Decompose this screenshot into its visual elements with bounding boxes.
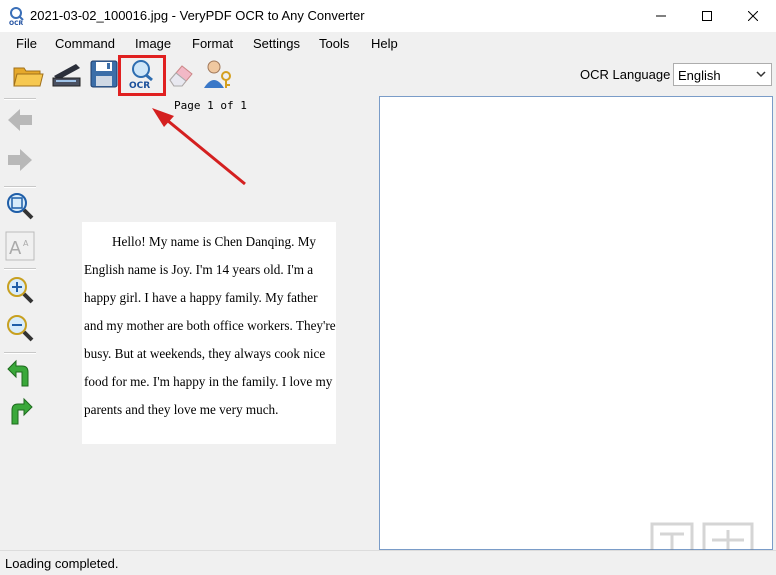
chevron-down-icon xyxy=(756,71,766,78)
save-button[interactable] xyxy=(88,58,120,90)
erase-button[interactable] xyxy=(164,58,196,90)
toolbar-divider xyxy=(4,268,36,270)
menu-image[interactable]: Image xyxy=(135,36,171,51)
menu-command[interactable]: Command xyxy=(55,36,115,51)
document-preview: Hello! My name is Chen Danqing. My Engli… xyxy=(82,222,336,444)
svg-text:A: A xyxy=(9,238,22,259)
menu-bar: File Command Image Format Settings Tools… xyxy=(0,32,776,54)
window-title: 2021-03-02_100016.jpg - VeryPDF OCR to A… xyxy=(30,8,365,23)
ocr-language-label: OCR Language xyxy=(580,67,671,82)
eraser-icon xyxy=(169,65,193,87)
ocr-output-pane[interactable] xyxy=(379,96,773,550)
scan-button[interactable] xyxy=(50,58,82,90)
zoom-out-icon xyxy=(7,315,34,342)
back-arrow-icon xyxy=(8,109,32,131)
left-toolbar: A A xyxy=(0,94,40,550)
main-toolbar: OCR ABC OCR Language xyxy=(0,54,776,140)
maximize-icon xyxy=(702,11,712,21)
zoom-fit-icon xyxy=(7,193,34,220)
svg-text:A: A xyxy=(23,239,29,248)
status-text: Loading completed. xyxy=(5,556,119,571)
forward-arrow-icon xyxy=(8,149,32,171)
open-button[interactable] xyxy=(12,58,44,90)
font-size-button[interactable]: A A xyxy=(4,230,36,262)
toolbar-divider xyxy=(4,352,36,354)
ocr-language-select[interactable]: English xyxy=(673,63,772,86)
minimize-icon xyxy=(656,15,666,17)
close-icon xyxy=(748,11,758,21)
menu-help[interactable]: Help xyxy=(371,36,398,51)
previous-page-button[interactable] xyxy=(4,104,36,136)
rotate-right-button[interactable] xyxy=(4,396,36,428)
zoom-fit-button[interactable] xyxy=(4,190,36,222)
annotation-arrow xyxy=(152,108,246,186)
status-bar: Loading completed. xyxy=(0,550,776,575)
document-text: Hello! My name is Chen Danqing. My Engli… xyxy=(84,234,336,417)
menu-tools[interactable]: Tools xyxy=(319,36,349,51)
zoom-in-icon xyxy=(7,277,34,304)
zoom-out-button[interactable] xyxy=(4,312,36,344)
scanner-icon xyxy=(52,64,81,87)
toolbar-divider xyxy=(4,98,36,100)
rotate-right-icon xyxy=(11,397,33,425)
svg-text:OCR: OCR xyxy=(9,20,24,26)
user-key-icon xyxy=(204,60,231,88)
title-bar: OCR 2021-03-02_100016.jpg - VeryPDF OCR … xyxy=(0,0,776,32)
maximize-button[interactable] xyxy=(684,0,730,32)
rotate-left-icon xyxy=(7,359,29,387)
close-button[interactable] xyxy=(730,0,776,32)
zoom-in-button[interactable] xyxy=(4,274,36,306)
app-ocr-icon: OCR xyxy=(8,6,26,27)
next-page-button[interactable] xyxy=(4,144,36,176)
open-folder-icon xyxy=(13,67,44,87)
menu-settings[interactable]: Settings xyxy=(253,36,300,51)
toolbar-divider xyxy=(4,186,36,188)
save-disk-icon xyxy=(90,60,118,88)
menu-format[interactable]: Format xyxy=(192,36,233,51)
register-button[interactable] xyxy=(202,58,234,90)
rotate-left-button[interactable] xyxy=(4,358,36,390)
minimize-button[interactable] xyxy=(638,0,684,32)
ocr-button-highlight xyxy=(118,55,166,96)
menu-file[interactable]: File xyxy=(16,36,37,51)
font-size-icon: A A xyxy=(5,231,35,261)
ocr-language-value: English xyxy=(678,68,721,83)
